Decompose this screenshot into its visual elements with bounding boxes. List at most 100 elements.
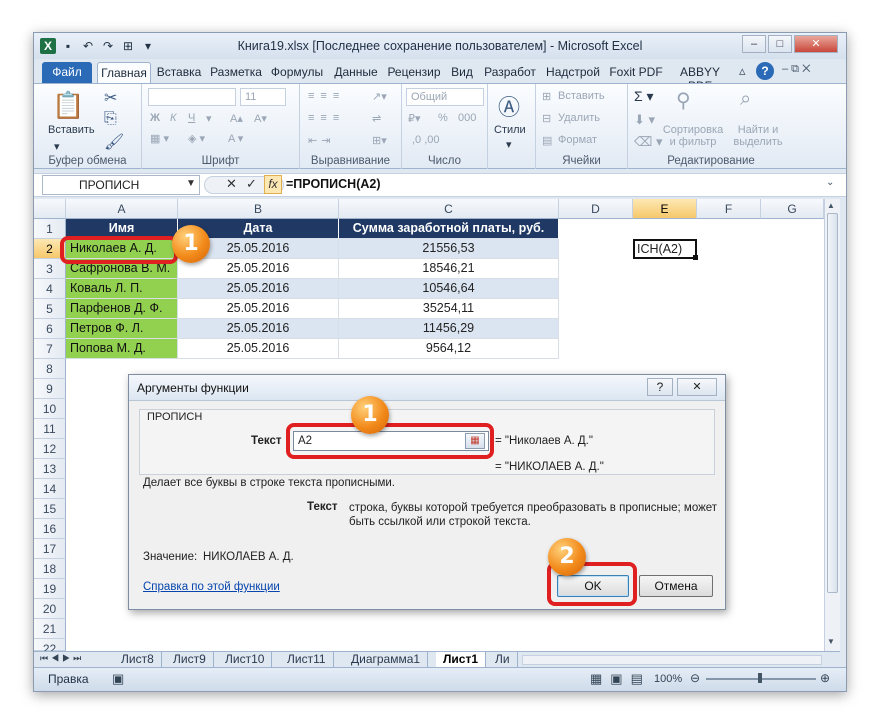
find-select-button[interactable]: Найти и выделить <box>730 124 786 148</box>
horizontal-scrollbar[interactable] <box>522 655 822 665</box>
minimize-button[interactable]: – <box>742 35 766 53</box>
column-header-d[interactable]: D <box>559 199 633 219</box>
underline-button[interactable]: Ч <box>188 112 195 124</box>
font-name-box[interactable] <box>148 88 236 106</box>
cancel-button[interactable]: Отмена <box>639 575 713 597</box>
sort-filter-icon[interactable]: ⚲ <box>676 88 691 113</box>
orientation-icon[interactable]: ↗▾ <box>372 90 387 103</box>
column-header-f[interactable]: F <box>697 199 761 219</box>
ribbon-collapse-icon[interactable]: ▵ <box>739 63 746 79</box>
table-cell-salary[interactable]: 10546,64 <box>339 279 559 299</box>
sort-filter-button[interactable]: Сортировка и фильтр <box>662 124 724 148</box>
bold-button[interactable]: Ж <box>150 112 160 124</box>
wrap-text-icon[interactable]: ⇌ <box>372 112 381 125</box>
cut-icon[interactable]: ✂ <box>104 88 117 108</box>
paste-button[interactable]: Вставить <box>48 124 95 136</box>
row-header[interactable]: 4 <box>34 279 66 299</box>
tab-insert[interactable]: Вставка <box>154 62 204 83</box>
number-format-box[interactable]: Общий <box>406 88 484 106</box>
styles-button[interactable]: Стили <box>494 124 526 136</box>
table-cell-salary[interactable]: 11456,29 <box>339 319 559 339</box>
format-cells-button[interactable]: Формат <box>558 134 597 146</box>
table-cell-salary[interactable]: 9564,12 <box>339 339 559 359</box>
tab-home[interactable]: Главная <box>97 62 151 83</box>
borders-icon[interactable]: ▦ ▾ <box>150 132 169 145</box>
thousands-button[interactable]: 000 <box>458 112 476 124</box>
autosum-icon[interactable]: Σ ▾ <box>634 88 654 105</box>
sheet-tab[interactable]: Лист8 <box>114 652 162 668</box>
tab-review[interactable]: Рецензир <box>385 62 443 83</box>
table-cell-date[interactable]: 25.05.2016 <box>178 279 339 299</box>
help-icon[interactable]: ? <box>756 62 774 80</box>
percent-button[interactable]: % <box>438 112 448 124</box>
scroll-up-icon[interactable]: ▲ <box>827 201 835 210</box>
delete-cells-icon[interactable]: ⊟ <box>542 112 551 125</box>
table-cell-salary[interactable]: 18546,21 <box>339 259 559 279</box>
row-header[interactable]: 8 <box>34 359 66 379</box>
dialog-close-button[interactable]: ✕ <box>677 378 717 396</box>
table-cell-date[interactable]: 25.05.2016 <box>178 319 339 339</box>
format-cells-icon[interactable]: ▤ <box>542 134 552 147</box>
table-cell-salary[interactable]: 35254,11 <box>339 299 559 319</box>
copy-icon[interactable]: ⎘ <box>104 110 117 128</box>
name-box-dropdown-icon[interactable]: ▼ <box>186 178 196 189</box>
insert-cells-icon[interactable]: ⊞ <box>542 90 551 103</box>
row-header[interactable]: 1 <box>34 219 66 239</box>
row-header[interactable]: 15 <box>34 499 66 519</box>
maximize-button[interactable]: □ <box>768 35 792 53</box>
italic-button[interactable]: К <box>170 112 176 124</box>
row-header[interactable]: 3 <box>34 259 66 279</box>
help-link[interactable]: Справка по этой функции <box>143 581 280 593</box>
zoom-slider-thumb[interactable] <box>758 673 762 683</box>
column-header-b[interactable]: B <box>178 199 339 219</box>
sheet-tab[interactable]: Ли <box>488 652 518 668</box>
underline-dropdown-icon[interactable]: ▾ <box>206 112 212 125</box>
zoom-in-icon[interactable]: ⊕ <box>820 671 830 685</box>
row-header[interactable]: 18 <box>34 559 66 579</box>
table-cell-name[interactable]: Попова М. Д. <box>66 339 178 359</box>
sheet-tab[interactable]: Лист10 <box>218 652 273 668</box>
zoom-level[interactable]: 100% <box>654 673 682 685</box>
row-header[interactable]: 21 <box>34 619 66 639</box>
row-header[interactable]: 19 <box>34 579 66 599</box>
sheet-tab[interactable]: Диаграмма1 <box>344 652 429 668</box>
row-header[interactable]: 16 <box>34 519 66 539</box>
row-header[interactable]: 13 <box>34 459 66 479</box>
insert-function-icon[interactable]: fx <box>264 175 282 194</box>
macro-record-icon[interactable]: ▣ <box>112 671 124 687</box>
column-header-e[interactable]: E <box>633 199 697 219</box>
horizontal-align-icons[interactable]: ≡≡≡ <box>308 112 345 124</box>
tab-data[interactable]: Данные <box>331 62 381 83</box>
table-cell-name[interactable]: Парфенов Д. Ф. <box>66 299 178 319</box>
fill-color-icon[interactable]: ◈ ▾ <box>188 132 205 145</box>
tab-view[interactable]: Вид <box>447 62 477 83</box>
table-cell-date[interactable]: 25.05.2016 <box>178 299 339 319</box>
row-header[interactable]: 5 <box>34 299 66 319</box>
row-header[interactable]: 7 <box>34 339 66 359</box>
row-header[interactable]: 20 <box>34 599 66 619</box>
decimal-icons[interactable]: ,0 ,00 <box>412 134 440 146</box>
table-cell-salary[interactable]: 21556,53 <box>339 239 559 259</box>
view-buttons[interactable]: ▦▣▤ <box>590 671 651 687</box>
tab-developer[interactable]: Разработ <box>481 62 539 83</box>
delete-cells-button[interactable]: Удалить <box>558 112 600 124</box>
grow-font-icon[interactable]: A▴ <box>230 112 243 125</box>
merge-icon[interactable]: ⊞▾ <box>372 134 387 147</box>
tab-abbyy[interactable]: ABBYY PDF <box>670 62 730 93</box>
indent-icons[interactable]: ⇤⇥ <box>308 134 334 147</box>
dialog-help-button[interactable]: ? <box>647 378 673 396</box>
cancel-formula-icon[interactable]: ✕ <box>226 176 237 192</box>
column-header-a[interactable]: A <box>66 199 178 219</box>
formula-input[interactable]: =ПРОПИСН(A2) <box>286 177 381 191</box>
clear-icon[interactable]: ⌫ ▾ <box>634 134 663 150</box>
styles-icon[interactable]: Ⓐ <box>498 90 520 122</box>
fill-icon[interactable]: ⬇ ▾ <box>634 112 655 128</box>
shrink-font-icon[interactable]: A▾ <box>254 112 267 125</box>
paste-icon[interactable]: 📋 <box>52 90 84 121</box>
table-cell-name[interactable]: Коваль Л. П. <box>66 279 178 299</box>
vertical-align-icons[interactable]: ≡≡≡ <box>308 90 345 102</box>
select-all-corner[interactable] <box>34 199 66 219</box>
fill-handle[interactable] <box>693 255 698 260</box>
scroll-thumb[interactable] <box>827 213 838 593</box>
row-header[interactable]: 17 <box>34 539 66 559</box>
